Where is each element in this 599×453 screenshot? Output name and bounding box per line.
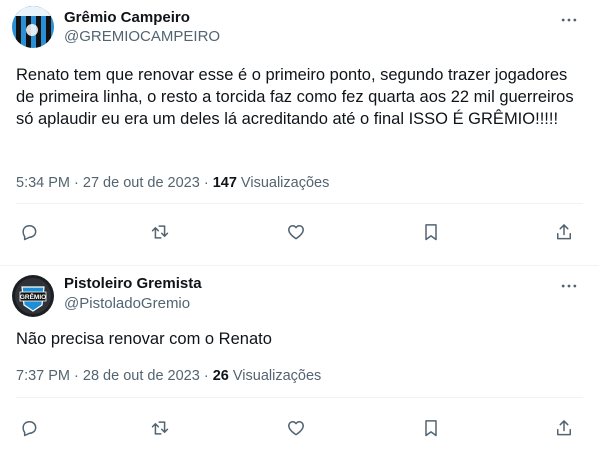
retweet-icon[interactable]	[143, 411, 177, 445]
divider	[16, 203, 583, 204]
author-handle[interactable]: @PistoladoGremio	[64, 295, 190, 312]
more-icon[interactable]	[557, 274, 581, 298]
meta-separator: ·	[199, 175, 213, 191]
tweet-text: Renato tem que renovar esse é o primeiro…	[16, 66, 574, 128]
views-label[interactable]: Visualizações	[229, 368, 321, 384]
views-count[interactable]: 26	[213, 368, 229, 384]
reply-icon[interactable]	[12, 215, 46, 249]
meta-separator: ·	[70, 368, 83, 384]
tweet-time[interactable]: 7:37 PM	[16, 368, 70, 384]
like-icon[interactable]	[279, 215, 313, 249]
more-icon[interactable]	[557, 8, 581, 32]
author-handle[interactable]: @GREMIOCAMPEIRO	[64, 28, 220, 45]
views-label[interactable]: Visualizações	[237, 175, 329, 191]
tweet-meta: 7:37 PM · 28 de out de 2023 · 26 Visuali…	[16, 368, 321, 384]
author-name[interactable]: Grêmio Campeiro	[64, 9, 190, 26]
tweet-date[interactable]: 27 de out de 2023	[83, 175, 200, 191]
tweet-text: Não precisa renovar com o Renato	[16, 330, 272, 348]
tweet-meta: 5:34 PM · 27 de out de 2023 · 147 Visual…	[16, 175, 329, 191]
avatar-image	[12, 6, 54, 48]
tweet-time[interactable]: 5:34 PM	[16, 175, 70, 191]
like-icon[interactable]	[279, 411, 313, 445]
retweet-icon[interactable]	[143, 215, 177, 249]
share-icon[interactable]	[547, 215, 581, 249]
avatar[interactable]	[12, 6, 54, 48]
divider	[16, 397, 583, 398]
author-name[interactable]: Pistoleiro Gremista	[64, 275, 202, 292]
action-bar	[0, 411, 599, 445]
share-icon[interactable]	[547, 411, 581, 445]
bookmark-icon[interactable]	[414, 411, 448, 445]
gremio-badge-image: GRÊMIO	[12, 275, 54, 317]
avatar-badge-text: GRÊMIO	[20, 292, 46, 301]
tweet-date[interactable]: 28 de out de 2023	[83, 368, 200, 384]
action-bar	[0, 215, 599, 249]
avatar[interactable]: GRÊMIO	[12, 275, 54, 317]
bookmark-icon[interactable]	[414, 215, 448, 249]
reply-icon[interactable]	[12, 411, 46, 445]
meta-separator: ·	[70, 175, 83, 191]
meta-separator: ·	[199, 368, 213, 384]
tweet[interactable]: Grêmio Campeiro @GREMIOCAMPEIRO Renato t…	[0, 0, 599, 265]
tweet[interactable]: GRÊMIO Pistoleiro Gremista @PistoladoGre…	[0, 265, 599, 453]
views-count[interactable]: 147	[213, 175, 237, 191]
